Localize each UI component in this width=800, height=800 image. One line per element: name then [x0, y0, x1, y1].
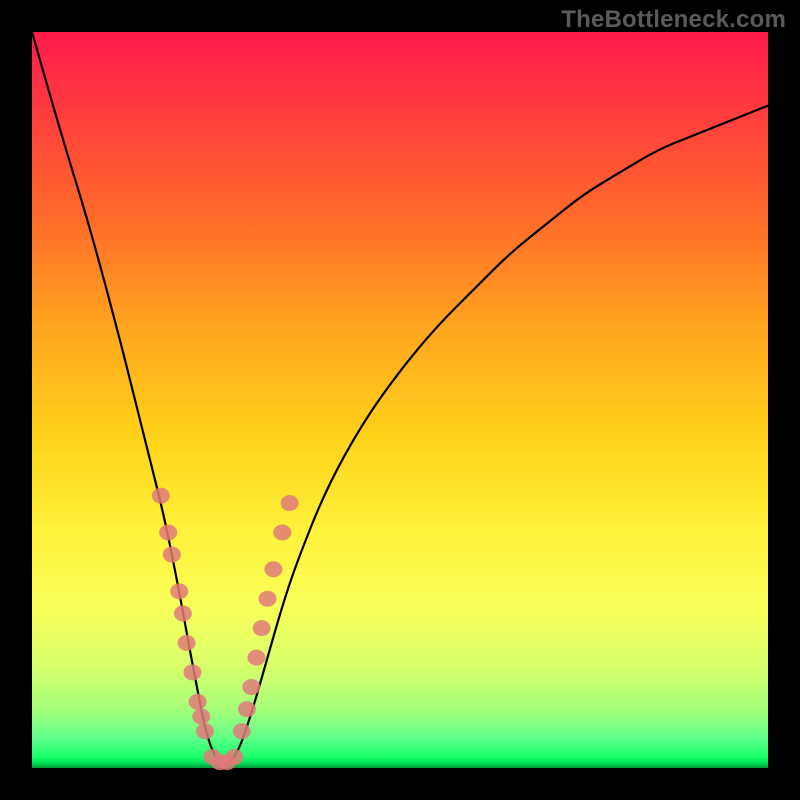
data-dot — [238, 701, 256, 717]
data-dot — [163, 547, 181, 563]
data-dot — [152, 488, 170, 504]
marker-cluster-right — [233, 495, 299, 739]
plot-area — [32, 32, 768, 768]
marker-cluster-left — [152, 488, 214, 740]
data-dot — [233, 723, 251, 739]
data-dot — [159, 524, 177, 540]
data-dot — [225, 749, 243, 765]
data-dot — [247, 650, 265, 666]
data-dot — [174, 605, 192, 621]
chart-frame: TheBottleneck.com — [0, 0, 800, 800]
data-dot — [189, 694, 207, 710]
data-dot — [242, 679, 260, 695]
data-dot — [273, 524, 291, 540]
marker-cluster-valley — [203, 749, 243, 770]
watermark-text: TheBottleneck.com — [561, 6, 786, 34]
bottleneck-curve — [32, 32, 768, 764]
bottleneck-curve-svg — [32, 32, 768, 768]
data-dot — [170, 583, 188, 599]
curve-layer — [32, 32, 768, 764]
data-dot — [196, 723, 214, 739]
data-dot — [281, 495, 299, 511]
data-dot — [259, 591, 277, 607]
data-dot — [192, 708, 210, 724]
data-dot — [178, 635, 196, 651]
data-dot — [183, 664, 201, 680]
data-dot — [253, 620, 271, 636]
data-dot — [264, 561, 282, 577]
